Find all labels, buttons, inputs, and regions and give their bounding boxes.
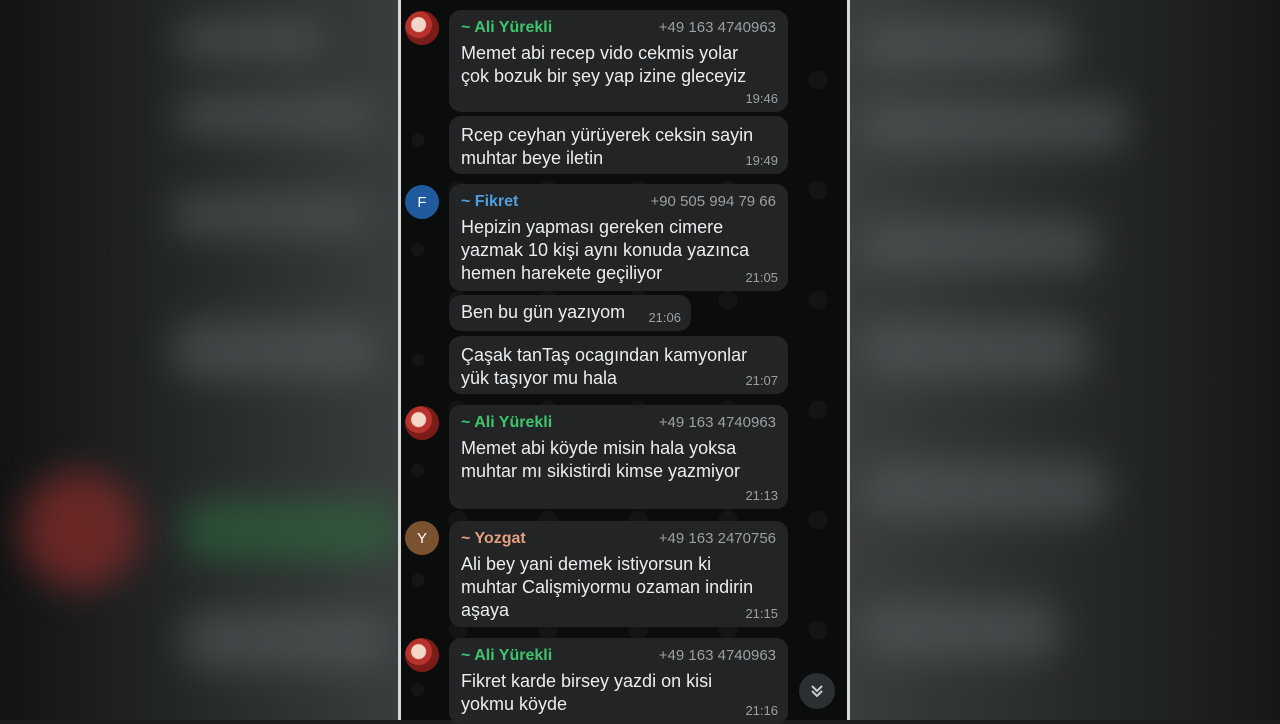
message-text: Memet abi recep vido cekmis yolar çok bo… (461, 43, 747, 86)
sender-phone: +90 505 994 79 66 (650, 193, 776, 210)
double-chevron-down-icon-svg (811, 685, 823, 698)
sender-phone: +49 163 4740963 (658, 19, 776, 36)
message-bubble[interactable]: ~ Fikret +90 505 994 79 66 Hepizin yapmas… (449, 184, 788, 291)
sender-phone: +49 163 4740963 (658, 414, 776, 431)
avatar-ali[interactable] (405, 638, 439, 672)
message-time: 21:07 (745, 373, 778, 388)
phone-edge-left (398, 0, 401, 720)
message-text: Fikret karde birsey yazdi on kisi yokmu … (461, 671, 713, 714)
message-bubble[interactable]: Çaşak tanTaş ocagından kamyonlar yük taş… (449, 336, 788, 394)
avatar-ali[interactable] (405, 406, 439, 440)
message-time: 19:49 (745, 153, 778, 168)
avatar-yozgat[interactable]: Y (405, 521, 439, 555)
message-bubble[interactable]: ~ Ali Yürekli +49 163 4740963 Memet abi r… (449, 10, 788, 112)
message-text: Çaşak tanTaş ocagından kamyonlar yük taş… (461, 345, 748, 388)
message-text: Ben bu gün yazıyom (461, 302, 626, 322)
message-time: 21:15 (745, 606, 778, 621)
message-time: 21:05 (745, 270, 778, 285)
sender-name[interactable]: ~ Yozgat (461, 529, 526, 549)
sender-name[interactable]: ~ Ali Yürekli (461, 646, 552, 666)
message-bubble[interactable]: Ben bu gün yazıyom 21:06 (449, 295, 691, 331)
message-time: 21:13 (745, 488, 778, 503)
sender-name[interactable]: ~ Ali Yürekli (461, 18, 552, 38)
blurred-background-left (0, 0, 398, 720)
message-text: Memet abi köyde misin hala yoksa muhtar … (461, 438, 741, 481)
message-text: Hepizin yapması gereken cimere yazmak 10… (461, 217, 750, 283)
message-bubble[interactable]: ~ Ali Yürekli +49 163 4740963 Memet abi k… (449, 405, 788, 509)
message-time: 19:46 (745, 91, 778, 106)
sender-phone: +49 163 4740963 (658, 647, 776, 664)
blurred-background-right (850, 0, 1280, 720)
message-text: Rcep ceyhan yürüyerek ceksin sayin muhta… (461, 125, 754, 168)
sender-name[interactable]: ~ Ali Yürekli (461, 413, 552, 433)
message-time: 21:06 (648, 310, 681, 325)
double-chevron-down-icon[interactable] (799, 673, 835, 709)
message-bubble[interactable]: ~ Yozgat +49 163 2470756 Ali bey yani dem… (449, 521, 788, 627)
avatar-ali[interactable] (405, 11, 439, 45)
avatar-fikret[interactable]: F (405, 185, 439, 219)
sender-name[interactable]: ~ Fikret (461, 192, 518, 212)
message-time: 21:16 (745, 703, 778, 718)
sender-phone: +49 163 2470756 (658, 530, 776, 547)
message-bubble[interactable]: Rcep ceyhan yürüyerek ceksin sayin muhta… (449, 116, 788, 174)
message-bubble[interactable]: ~ Ali Yürekli +49 163 4740963 Fikret kard… (449, 638, 788, 724)
message-text: Ali bey yani demek istiyorsun ki muhtar … (461, 554, 754, 620)
phone-edge-right (847, 0, 850, 720)
